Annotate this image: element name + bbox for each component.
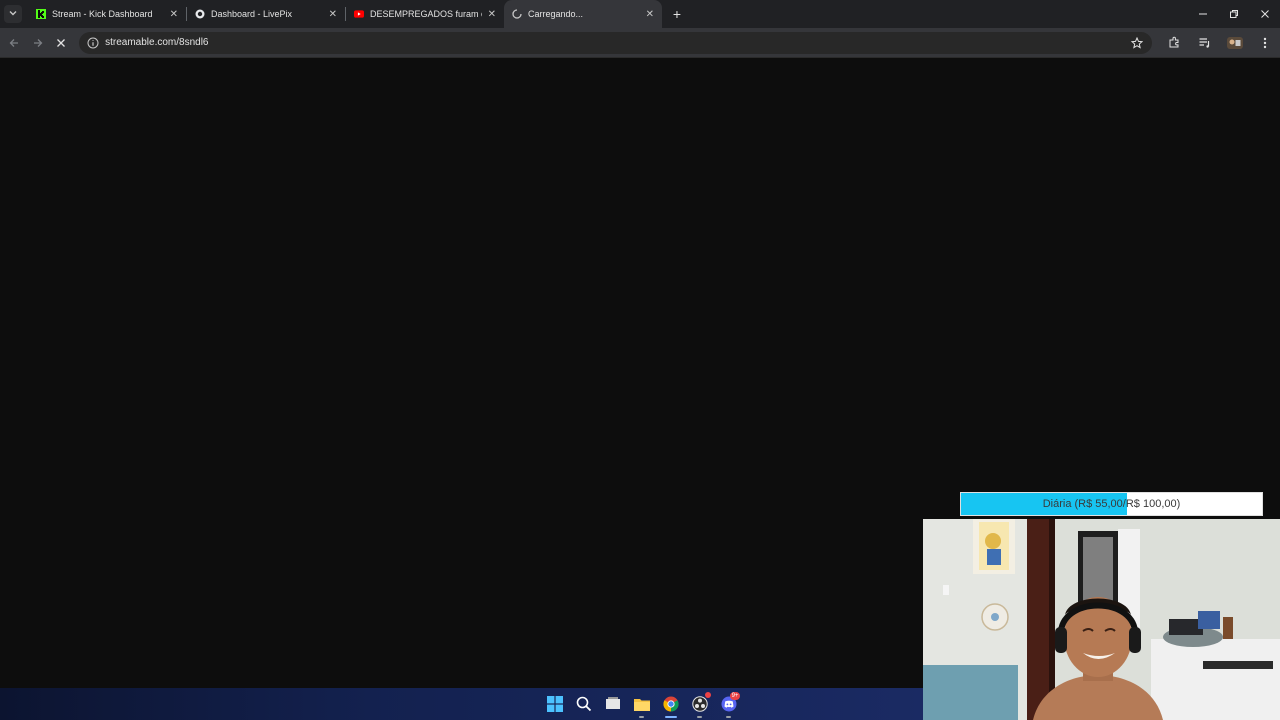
media-controls-button[interactable] — [1190, 31, 1220, 55]
running-indicator — [697, 716, 702, 718]
close-icon — [57, 38, 66, 47]
close-icon — [1260, 10, 1269, 18]
tab-strip: Stream - Kick Dashboard ✕ Dashboard - Li… — [0, 0, 1280, 28]
tab-title: Stream - Kick Dashboard — [52, 9, 153, 19]
kick-icon — [36, 9, 46, 19]
webcam-image — [923, 519, 1280, 720]
running-indicator — [726, 716, 731, 718]
livepix-icon — [195, 9, 205, 19]
close-icon[interactable]: ✕ — [170, 9, 178, 20]
more-vertical-icon — [1263, 37, 1267, 48]
goal-label: Diária (R$ 55,00/R$ 100,00) — [1042, 498, 1181, 510]
media-queue-icon — [1199, 38, 1210, 48]
plus-icon: + — [672, 6, 682, 22]
taskbar: 9+ — [0, 688, 923, 720]
site-info-icon[interactable] — [87, 37, 99, 49]
toolbar-right-tools — [1160, 31, 1280, 55]
task-view-icon[interactable] — [598, 692, 627, 716]
profile-button[interactable] — [1220, 31, 1250, 55]
arrow-right-icon — [33, 38, 42, 47]
window-controls — [1187, 0, 1280, 28]
chrome-icon[interactable] — [656, 692, 685, 718]
chevron-down-icon — [8, 5, 18, 23]
running-indicator — [639, 716, 644, 718]
tab-title: Carregando... — [528, 9, 584, 19]
screen: Stream - Kick Dashboard ✕ Dashboard - Li… — [0, 0, 1280, 720]
windows-start-icon[interactable] — [540, 692, 569, 716]
extensions-button[interactable] — [1160, 31, 1190, 55]
webcam-overlay — [923, 519, 1280, 720]
discord-icon[interactable]: 9+ — [714, 692, 743, 718]
browser-toolbar: streamable.com/8sndl6 — [0, 28, 1280, 58]
restore-icon — [1229, 10, 1238, 18]
new-tab-button[interactable]: + — [668, 5, 686, 23]
close-icon[interactable]: ✕ — [488, 9, 496, 20]
discord-badge: 9+ — [730, 692, 740, 700]
close-icon[interactable]: ✕ — [329, 9, 337, 20]
notification-dot — [705, 692, 711, 698]
bookmark-star-icon[interactable] — [1130, 36, 1144, 50]
arrow-left-icon — [9, 38, 18, 47]
minimize-icon — [1198, 13, 1207, 15]
stop-loading-button[interactable] — [49, 31, 73, 55]
loading-spinner-icon — [512, 9, 522, 19]
forward-button[interactable] — [26, 31, 50, 55]
tab-search-button[interactable] — [4, 5, 22, 23]
tab-title: DESEMPREGADOS furam o BAI — [370, 9, 482, 19]
obs-icon[interactable] — [685, 692, 714, 718]
daily-goal-bar: Diária (R$ 55,00/R$ 100,00) — [960, 492, 1263, 516]
browser-menu-button[interactable] — [1250, 31, 1280, 55]
search-icon[interactable] — [569, 692, 598, 716]
back-button[interactable] — [2, 31, 26, 55]
active-indicator — [664, 716, 677, 718]
taskbar-icons: 9+ — [540, 692, 743, 718]
close-icon[interactable]: ✕ — [646, 9, 654, 20]
address-bar[interactable]: streamable.com/8sndl6 — [79, 31, 1152, 54]
file-explorer-icon[interactable] — [627, 692, 656, 718]
minimize-button[interactable] — [1187, 0, 1218, 28]
puzzle-icon — [1169, 36, 1179, 48]
close-window-button[interactable] — [1249, 0, 1280, 28]
tab-livepix-dashboard[interactable]: Dashboard - LivePix ✕ — [187, 0, 345, 28]
restore-button[interactable] — [1218, 0, 1249, 28]
tab-title: Dashboard - LivePix — [211, 9, 293, 19]
youtube-icon — [354, 9, 364, 19]
tab-youtube-video[interactable]: DESEMPREGADOS furam o BAI ✕ — [346, 0, 504, 28]
tab-kick-dashboard[interactable]: Stream - Kick Dashboard ✕ — [28, 0, 186, 28]
profile-avatar-icon — [1226, 36, 1243, 49]
address-url: streamable.com/8sndl6 — [105, 37, 209, 48]
tab-loading[interactable]: Carregando... ✕ — [504, 0, 662, 28]
